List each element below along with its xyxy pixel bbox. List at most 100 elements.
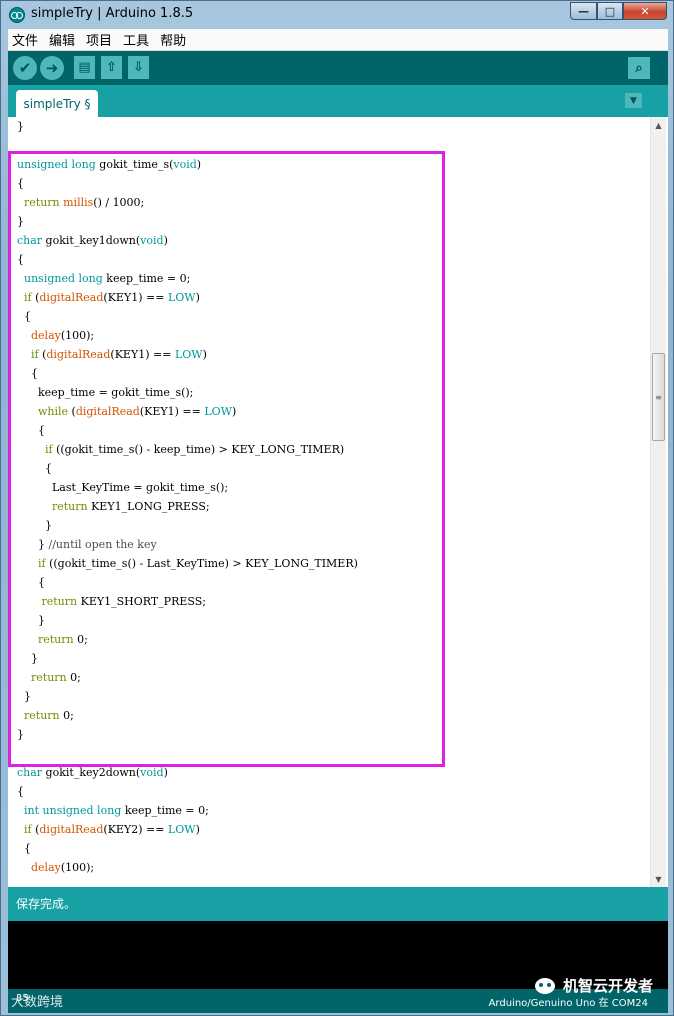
- code-token: return: [24, 709, 60, 722]
- code-line[interactable]: }: [17, 516, 647, 535]
- code-line[interactable]: keep_time = gokit_time_s();: [17, 383, 647, 402]
- code-line[interactable]: int unsigned long keep_time = 0;: [17, 801, 647, 820]
- upload-button[interactable]: ➜: [40, 56, 64, 80]
- code-line[interactable]: {: [17, 174, 647, 193]
- code-line[interactable]: {: [17, 782, 647, 801]
- code-area[interactable]: } unsigned long gokit_time_s(void) { retur…: [17, 117, 647, 877]
- code-token: ((gokit_time_s() - keep_time) > KEY_LONG…: [52, 443, 345, 456]
- code-token: char: [17, 766, 43, 779]
- code-token: }: [17, 614, 45, 627]
- open-sketch-button[interactable]: ⇧: [101, 56, 122, 79]
- scroll-down-icon[interactable]: ▼: [652, 872, 665, 886]
- chevron-down-icon: ▼: [630, 95, 637, 106]
- code-token: {: [17, 785, 24, 798]
- code-line[interactable]: }: [17, 611, 647, 630]
- code-line[interactable]: }: [17, 725, 647, 744]
- serial-monitor-button[interactable]: ⌕: [628, 57, 650, 79]
- code-line[interactable]: {: [17, 459, 647, 478]
- code-line[interactable]: [17, 744, 647, 763]
- menu-tools[interactable]: 工具: [123, 30, 149, 49]
- code-token: return: [37, 633, 74, 646]
- code-line[interactable]: if (digitalRead(KEY2) == LOW): [17, 820, 647, 839]
- code-line[interactable]: }: [17, 117, 647, 136]
- code-token: {: [17, 576, 45, 589]
- code-token: if: [31, 348, 39, 361]
- scroll-up-icon[interactable]: ▲: [652, 118, 665, 132]
- code-line[interactable]: unsigned long keep_time = 0;: [17, 269, 647, 288]
- menu-help[interactable]: 帮助: [160, 30, 186, 49]
- code-line[interactable]: delay(100);: [17, 326, 647, 345]
- code-line[interactable]: [17, 136, 647, 155]
- title-bar[interactable]: simpleTry | Arduino 1.8.5 — □ ✕: [1, 1, 673, 29]
- editor-scrollbar[interactable]: ▲ ≡ ▼: [650, 117, 666, 887]
- code-line[interactable]: return 0;: [17, 630, 647, 649]
- code-token: digitalRead: [46, 348, 111, 361]
- tab-simpletry[interactable]: simpleTry §: [16, 90, 98, 117]
- arduino-app-icon: [9, 7, 25, 23]
- new-sketch-button[interactable]: ▤: [74, 56, 95, 79]
- tab-menu-button[interactable]: ▼: [625, 93, 642, 108]
- code-line[interactable]: char gokit_key2down(void): [17, 763, 647, 782]
- code-line[interactable]: {: [17, 307, 647, 326]
- code-token: millis: [63, 196, 94, 209]
- code-editor[interactable]: } unsigned long gokit_time_s(void) { retur…: [8, 117, 668, 887]
- code-line[interactable]: }: [17, 687, 647, 706]
- code-token: digitalRead: [39, 823, 104, 836]
- code-line[interactable]: if ((gokit_time_s() - keep_time) > KEY_L…: [17, 440, 647, 459]
- code-line[interactable]: }: [17, 212, 647, 231]
- new-file-icon: ▤: [78, 60, 91, 75]
- scrollbar-thumb[interactable]: ≡: [652, 353, 665, 441]
- code-token: LOW: [167, 291, 196, 304]
- code-line[interactable]: char gokit_key1down(void): [17, 231, 647, 250]
- code-line[interactable]: {: [17, 839, 647, 858]
- code-line[interactable]: {: [17, 421, 647, 440]
- code-line[interactable]: unsigned long gokit_time_s(void): [17, 155, 647, 174]
- code-token: ((gokit_time_s() - Last_KeyTime) > KEY_L…: [45, 557, 358, 570]
- code-line[interactable]: if (digitalRead(KEY1) == LOW): [17, 288, 647, 307]
- code-line[interactable]: }: [17, 649, 647, 668]
- code-token: (KEY1) ==: [139, 405, 205, 418]
- code-token: long: [71, 158, 96, 171]
- code-token: {: [17, 177, 24, 190]
- code-line[interactable]: if (digitalRead(KEY1) == LOW): [17, 345, 647, 364]
- code-line[interactable]: {: [17, 573, 647, 592]
- status-message: 保存完成。: [16, 897, 77, 911]
- code-line[interactable]: return millis() / 1000;: [17, 193, 647, 212]
- code-line[interactable]: return KEY1_LONG_PRESS;: [17, 497, 647, 516]
- code-token: while: [37, 405, 69, 418]
- code-token: ): [196, 158, 202, 171]
- code-token: gokit_time_s(: [95, 158, 174, 171]
- code-line[interactable]: return KEY1_SHORT_PRESS;: [17, 592, 647, 611]
- code-line[interactable]: if ((gokit_time_s() - Last_KeyTime) > KE…: [17, 554, 647, 573]
- magnifier-icon: ⌕: [635, 60, 643, 76]
- code-token: LOW: [204, 405, 233, 418]
- minimize-button[interactable]: —: [570, 2, 597, 20]
- code-line[interactable]: return 0;: [17, 668, 647, 687]
- code-line[interactable]: } //until open the key: [17, 535, 647, 554]
- save-arrow-down-icon: ⇩: [133, 60, 144, 75]
- code-line[interactable]: Last_KeyTime = gokit_time_s();: [17, 478, 647, 497]
- code-token: }: [17, 519, 52, 532]
- menu-project[interactable]: 项目: [86, 30, 112, 49]
- code-token: {: [17, 842, 31, 855]
- menu-edit[interactable]: 编辑: [49, 30, 75, 49]
- code-line[interactable]: while (digitalRead(KEY1) == LOW): [17, 402, 647, 421]
- code-token: digitalRead: [75, 405, 140, 418]
- code-line[interactable]: delay(100);: [17, 858, 647, 877]
- code-token: keep_time = 0;: [102, 272, 191, 285]
- save-sketch-button[interactable]: ⇩: [128, 56, 149, 79]
- verify-button[interactable]: ✔: [13, 56, 37, 80]
- code-line[interactable]: {: [17, 364, 647, 383]
- code-token: ): [232, 405, 237, 418]
- code-token: }: [17, 538, 49, 551]
- close-button[interactable]: ✕: [623, 2, 667, 20]
- window-controls: — □ ✕: [570, 2, 667, 20]
- code-token: void: [140, 234, 164, 247]
- code-token: keep_time = 0;: [121, 804, 209, 817]
- code-line[interactable]: return 0;: [17, 706, 647, 725]
- code-line[interactable]: {: [17, 250, 647, 269]
- menu-file[interactable]: 文件: [12, 30, 38, 49]
- maximize-button[interactable]: □: [597, 2, 623, 20]
